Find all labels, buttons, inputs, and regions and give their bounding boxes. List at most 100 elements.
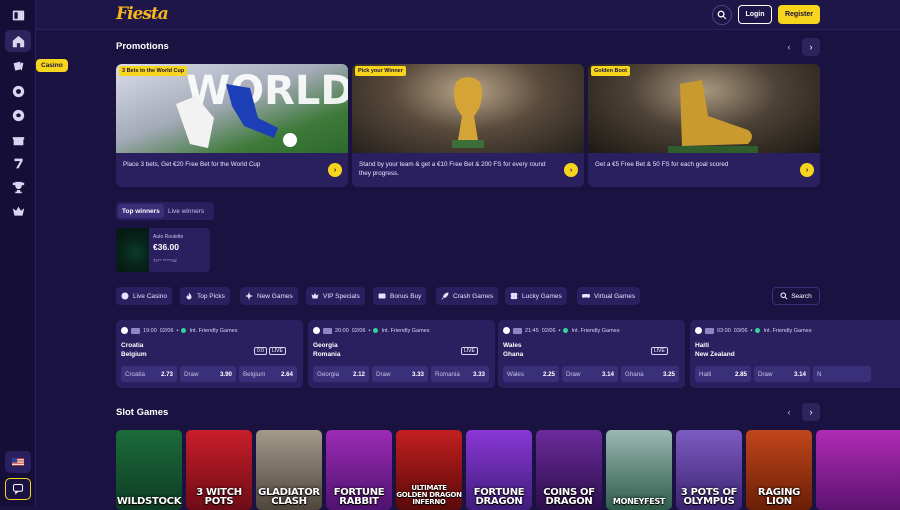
- slot-game-name: MONEYFEST: [612, 497, 666, 506]
- chevron-right-icon: ›: [805, 166, 809, 174]
- promo-card[interactable]: WORLD 3 Bets to the World Cup Place 3 be…: [116, 64, 348, 187]
- slot-game-tile[interactable]: 3 WITCH POTS: [186, 430, 252, 510]
- match-team-away: Belgium: [121, 351, 147, 358]
- sidebar-item-vip[interactable]: [5, 200, 31, 222]
- odds-button[interactable]: Georgia 2.12: [313, 366, 369, 382]
- odds-button[interactable]: Draw 3.14: [562, 366, 618, 382]
- match-date: 03/06: [733, 327, 748, 334]
- sidebar-item-sports[interactable]: [5, 104, 31, 126]
- promo-tag: Golden Boot: [591, 66, 630, 76]
- odds-button[interactable]: Haiti 2.85: [695, 366, 751, 382]
- register-button[interactable]: Register: [778, 5, 820, 24]
- roulette-icon: [12, 85, 24, 97]
- sidebar-item-live-casino[interactable]: [5, 80, 31, 102]
- tab-top-winners[interactable]: Top winners: [118, 204, 164, 218]
- slot-game-tile[interactable]: WILDSTOCK: [116, 430, 182, 510]
- slot-game-tile[interactable]: 3 POTS OF OLYMPUS: [676, 430, 742, 510]
- odds-label: Georgia: [317, 370, 340, 378]
- winner-card[interactable]: Auto Roulette €36.00 Tv** *****nd: [116, 228, 210, 272]
- promotions-prev-button[interactable]: ‹: [780, 38, 798, 56]
- league-icon: [373, 328, 379, 333]
- odds-button[interactable]: Romania 3.33: [431, 366, 489, 382]
- promotions-next-button[interactable]: ›: [802, 38, 820, 56]
- match-score: 0:0: [254, 347, 267, 355]
- games-search-button[interactable]: Search: [772, 287, 820, 305]
- category-label: VIP Specials: [323, 292, 360, 300]
- category-new-games[interactable]: New Games: [240, 287, 298, 305]
- chat-button[interactable]: [5, 478, 31, 500]
- header-search-button[interactable]: [712, 5, 732, 25]
- odds-button[interactable]: Belgium 2.64: [239, 366, 297, 382]
- promo-image-golden-boot: [588, 64, 820, 153]
- odds-button[interactable]: Croatia 2.73: [121, 366, 177, 382]
- category-crash-games[interactable]: Crash Games: [436, 287, 499, 305]
- promo-go-button[interactable]: ›: [328, 163, 342, 177]
- league-icon: [181, 328, 187, 333]
- site-logo[interactable]: Fiesta: [116, 4, 169, 24]
- us-flag-icon: [12, 458, 24, 466]
- odds-button[interactable]: Draw 3.90: [180, 366, 236, 382]
- slot-game-tile[interactable]: COINS OF DRAGON: [536, 430, 602, 510]
- sidebar-toggle[interactable]: [5, 4, 31, 26]
- category-live-casino[interactable]: Live Casino: [116, 287, 172, 305]
- tab-live-winners[interactable]: Live winners: [164, 204, 208, 218]
- odds-button[interactable]: Ghana 3.25: [621, 366, 679, 382]
- match-team-away: Romania: [313, 351, 341, 358]
- promo-card[interactable]: Pick your Winner Stand by your team & ge…: [352, 64, 584, 187]
- odds-button[interactable]: Draw 3.33: [372, 366, 428, 382]
- sidebar-item-lucky[interactable]: [5, 152, 31, 174]
- sidebar-item-tournaments[interactable]: [5, 176, 31, 198]
- odds-value: 3.33: [411, 370, 424, 378]
- slots-prev-button[interactable]: ‹: [780, 403, 798, 421]
- match-date: 02/06: [351, 327, 366, 334]
- odds-value: 3.25: [662, 370, 675, 378]
- live-badge: LIVE: [651, 347, 668, 355]
- category-label: Top Picks: [197, 292, 225, 300]
- promo-text: Place 3 bets, Get €20 Free Bet for the W…: [123, 161, 261, 168]
- promo-tag: 3 Bets to the World Cup: [119, 66, 188, 76]
- slot-game-tile[interactable]: GLADIATOR CLASH: [256, 430, 322, 510]
- slot-game-tile[interactable]: ULTIMATE GOLDEN DRAGON INFERNO: [396, 430, 462, 510]
- category-bonus-buy[interactable]: Bonus Buy: [373, 287, 427, 305]
- category-virtual-games[interactable]: Virtual Games: [577, 287, 641, 305]
- league-icon: [755, 328, 761, 333]
- slot-game-tile[interactable]: FORTUNE DRAGON: [466, 430, 532, 510]
- slot-game-tile[interactable]: FORTUNE RABBIT: [326, 430, 392, 510]
- category-lucky-games[interactable]: Lucky Games: [505, 287, 567, 305]
- separator-dot: •: [750, 327, 753, 334]
- bonus-icon: [378, 293, 386, 299]
- sidebar-item-promotions[interactable]: [5, 128, 31, 150]
- slot-game-tile-partial[interactable]: [816, 430, 900, 510]
- category-vip-specials[interactable]: VIP Specials: [306, 287, 365, 305]
- rocket-icon: [441, 292, 449, 300]
- category-top-picks[interactable]: Top Picks: [180, 287, 230, 305]
- separator-dot: •: [176, 327, 179, 334]
- match-league: Int. Friendly Games: [189, 327, 238, 334]
- promo-go-button[interactable]: ›: [800, 163, 814, 177]
- winner-amount: €36.00: [153, 242, 179, 252]
- slot-game-tile[interactable]: MONEYFEST: [606, 430, 672, 510]
- slots-next-button[interactable]: ›: [802, 403, 820, 421]
- match-league: Int. Friendly Games: [381, 327, 430, 334]
- odds-label: Haiti: [699, 370, 712, 378]
- odds-value: 2.85: [734, 370, 747, 378]
- promo-go-button[interactable]: ›: [564, 163, 578, 177]
- match-card[interactable]: 19:00 02/06 • Int. Friendly Games Croati…: [116, 320, 303, 388]
- odds-button[interactable]: Draw 3.14: [754, 366, 810, 382]
- sidebar-item-home[interactable]: [5, 30, 31, 52]
- promo-card[interactable]: Golden Boot Get a €5 Free Bet & 50 FS fo…: [588, 64, 820, 187]
- login-button[interactable]: Login: [738, 5, 772, 24]
- soccer-ball-icon: [313, 327, 320, 334]
- match-card[interactable]: 21:45 02/06 • Int. Friendly Games Wales …: [498, 320, 685, 388]
- match-team-home: Haiti: [695, 342, 710, 349]
- match-card[interactable]: 03:00 03/06 • Int. Friendly Games Haiti …: [690, 320, 900, 388]
- odds-button[interactable]: Wales 2.25: [503, 366, 559, 382]
- match-card[interactable]: 20:00 02/06 • Int. Friendly Games Georgi…: [308, 320, 495, 388]
- odds-button[interactable]: N: [813, 366, 871, 382]
- slot-game-name: ULTIMATE GOLDEN DRAGON INFERNO: [396, 484, 462, 506]
- odds-value: 2.73: [160, 370, 173, 378]
- language-selector[interactable]: [5, 451, 31, 473]
- sidebar-item-casino[interactable]: [5, 55, 31, 77]
- tv-icon: [705, 327, 714, 334]
- slot-game-tile[interactable]: RAGING LION: [746, 430, 812, 510]
